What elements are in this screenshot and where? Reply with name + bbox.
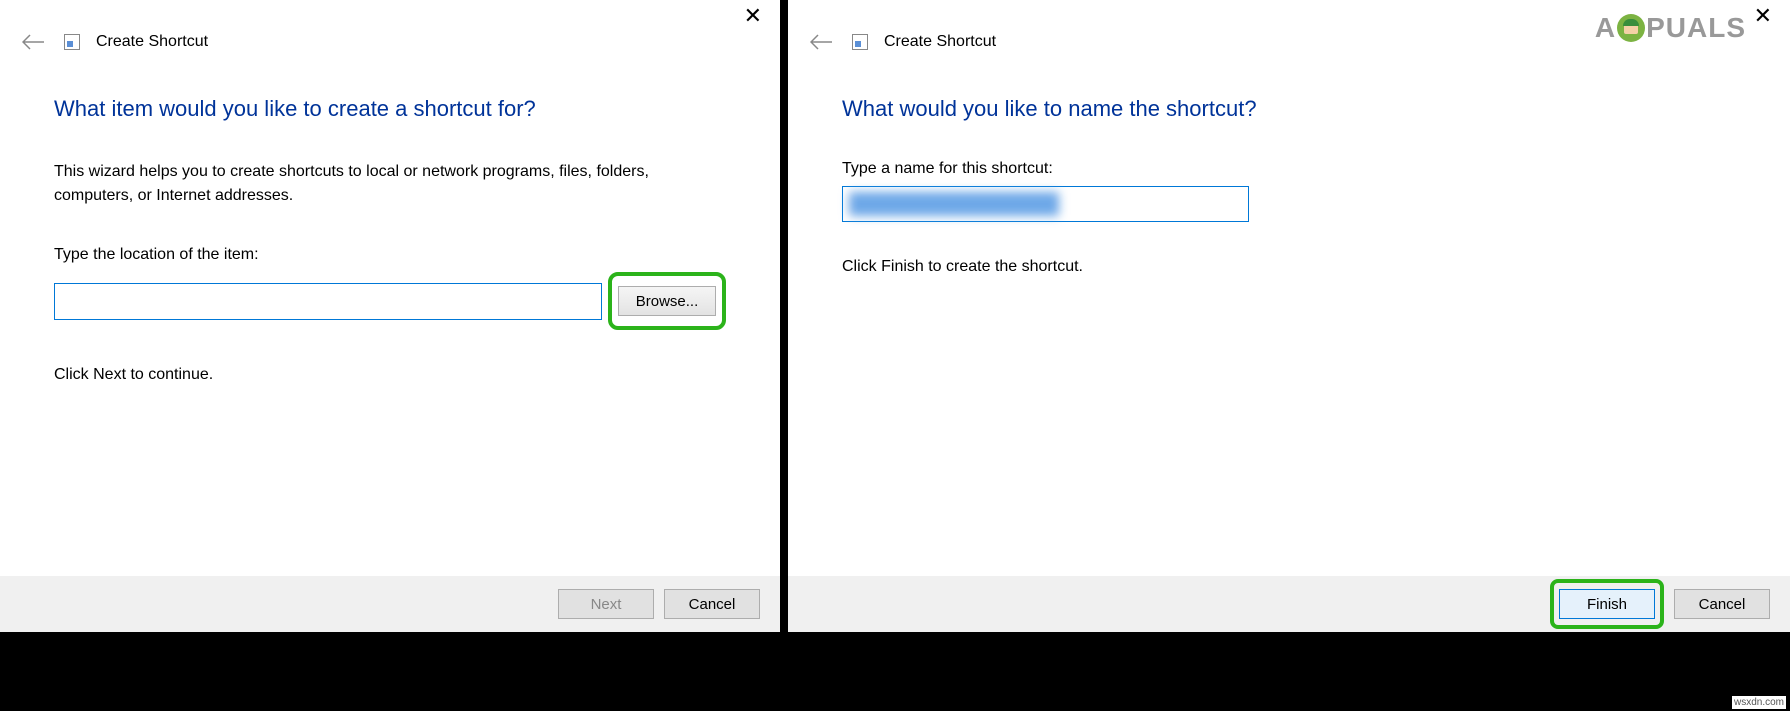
appuals-mascot-icon [1617, 14, 1645, 42]
highlight-finish: Finish [1550, 579, 1664, 629]
location-label: Type the location of the item: [54, 246, 726, 264]
footer: Next Cancel [0, 576, 780, 632]
credit-text: wsxdn.com [1732, 696, 1786, 709]
page-heading: What would you like to name the shortcut… [842, 96, 1736, 122]
watermark-logo: A PUALS [1595, 12, 1746, 44]
cancel-button[interactable]: Cancel [1674, 589, 1770, 619]
header: Create Shortcut [0, 0, 780, 54]
content: What item would you like to create a sho… [0, 54, 780, 632]
content: What would you like to name the shortcut… [788, 54, 1790, 632]
wizard-page-1: ✕ Create Shortcut What item would you li… [0, 0, 780, 632]
shortcut-icon [64, 34, 80, 50]
finish-button[interactable]: Finish [1559, 589, 1655, 619]
next-button[interactable]: Next [558, 589, 654, 619]
close-icon[interactable]: ✕ [744, 3, 762, 29]
page-heading: What item would you like to create a sho… [54, 96, 726, 122]
browse-button[interactable]: Browse... [618, 286, 716, 316]
location-input[interactable] [54, 283, 602, 320]
shortcut-icon [852, 34, 868, 50]
window-title: Create Shortcut [96, 33, 208, 51]
close-icon[interactable]: ✕ [1754, 3, 1772, 29]
name-label: Type a name for this shortcut: [842, 160, 1736, 178]
back-arrow-icon[interactable] [806, 30, 836, 54]
window-title: Create Shortcut [884, 33, 996, 51]
back-arrow-icon[interactable] [18, 30, 48, 54]
description: This wizard helps you to create shortcut… [54, 160, 726, 208]
footer: Finish Cancel [788, 576, 1790, 632]
continue-note: Click Next to continue. [54, 366, 726, 384]
redacted-name [849, 192, 1059, 216]
highlight-browse: Browse... [608, 272, 726, 330]
location-row: Browse... [54, 272, 726, 330]
cancel-button[interactable]: Cancel [664, 589, 760, 619]
name-input[interactable] [842, 186, 1249, 222]
wizard-page-2: ✕ A PUALS Create Shortcut What would you… [788, 0, 1790, 632]
finish-note: Click Finish to create the shortcut. [842, 258, 1736, 276]
